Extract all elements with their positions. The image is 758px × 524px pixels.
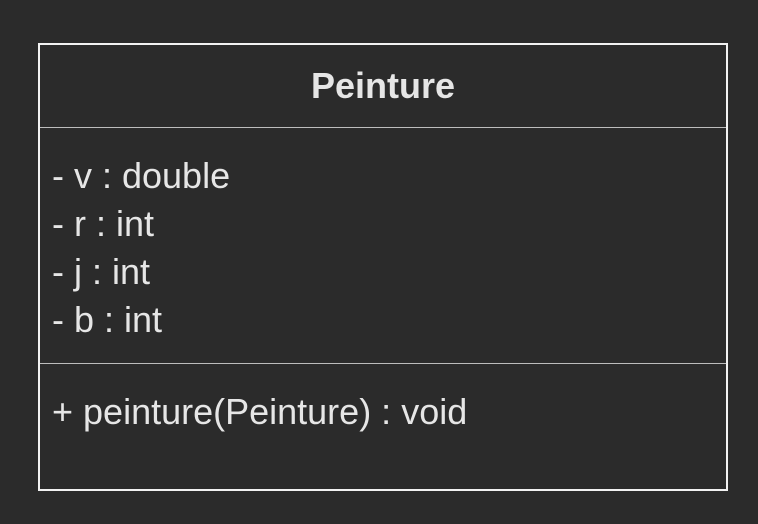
attribute-v: - v : double [52,155,231,196]
attribute-b: - b : int [52,299,163,340]
uml-class-box[interactable]: Peinture - v : double - r : int - j : in… [38,43,728,491]
class-name-compartment: Peinture [40,45,726,128]
operation-peinture: + peinture(Peinture) : void [52,391,468,432]
attribute-j: - j : int [52,251,151,292]
attributes-compartment: - v : double - r : int - j : int - b : i… [40,128,726,364]
attribute-r: - r : int [52,203,155,244]
class-name: Peinture [310,65,456,106]
operations-compartment: + peinture(Peinture) : void [40,364,726,436]
